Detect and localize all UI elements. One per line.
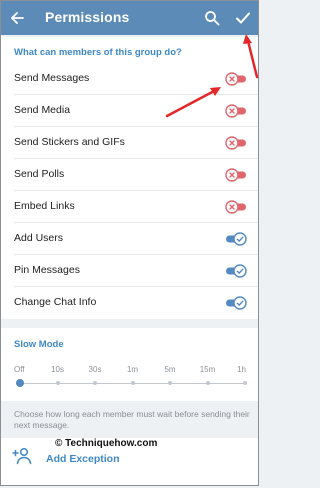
slow-mode-option[interactable]: 5m bbox=[164, 365, 175, 374]
toggle-off[interactable] bbox=[225, 72, 247, 86]
slow-mode-option[interactable]: 30s bbox=[89, 365, 102, 374]
slow-mode-description: Choose how long each member must wait be… bbox=[14, 409, 250, 430]
permission-label: Embed Links bbox=[14, 200, 75, 212]
permission-row[interactable]: Pin Messages bbox=[1, 255, 258, 287]
add-exception-label: Add Exception bbox=[46, 453, 120, 465]
slider-step-dot[interactable] bbox=[243, 381, 247, 385]
add-user-icon bbox=[12, 447, 32, 465]
slow-mode-option[interactable]: 1m bbox=[127, 365, 138, 374]
add-exception-row[interactable]: Add Exception © Techniquehow.com bbox=[1, 438, 258, 485]
permissions-card: What can members of this group do? Send … bbox=[1, 37, 258, 319]
top-bar: Permissions bbox=[1, 1, 258, 35]
permission-label: Send Messages bbox=[14, 72, 90, 84]
search-icon[interactable] bbox=[204, 10, 220, 26]
permission-label: Change Chat Info bbox=[14, 296, 97, 308]
permission-row[interactable]: Send Polls bbox=[1, 159, 258, 191]
toggle-off[interactable] bbox=[225, 104, 247, 118]
slow-mode-option[interactable]: 1h bbox=[237, 365, 246, 374]
watermark: © Techniquehow.com bbox=[55, 438, 158, 449]
toggle-on[interactable] bbox=[225, 296, 247, 310]
permission-row[interactable]: Add Users bbox=[1, 223, 258, 255]
toggle-on[interactable] bbox=[225, 264, 247, 278]
slow-mode-option[interactable]: 15m bbox=[200, 365, 216, 374]
toggle-on[interactable] bbox=[225, 232, 247, 246]
slow-mode-option[interactable]: 10s bbox=[51, 365, 64, 374]
done-check-icon[interactable] bbox=[235, 10, 251, 26]
permission-row[interactable]: Change Chat Info bbox=[1, 287, 258, 319]
slider-step-dot[interactable] bbox=[93, 381, 97, 385]
page-title: Permissions bbox=[45, 9, 130, 25]
slow-mode-card: Slow Mode Off 10s 30s 1m 5m 15m 1h bbox=[1, 328, 258, 401]
permission-row[interactable]: Send Media bbox=[1, 95, 258, 127]
app-frame: Permissions What can members of this gro… bbox=[0, 0, 259, 486]
permission-label: Send Media bbox=[14, 104, 71, 116]
permission-label: Send Stickers and GIFs bbox=[14, 136, 125, 148]
permission-row[interactable]: Send Stickers and GIFs bbox=[1, 127, 258, 159]
slider-step-dot[interactable] bbox=[168, 381, 172, 385]
toggle-off[interactable] bbox=[225, 200, 247, 214]
back-arrow-icon[interactable] bbox=[9, 10, 25, 26]
slider-step-dot[interactable] bbox=[55, 381, 60, 385]
slider-step-dot[interactable] bbox=[205, 381, 210, 385]
toggle-off[interactable] bbox=[225, 136, 247, 150]
slow-mode-option[interactable]: Off bbox=[14, 365, 25, 374]
permission-row[interactable]: Embed Links bbox=[1, 191, 258, 223]
slow-mode-slider-thumb[interactable] bbox=[16, 379, 24, 387]
permission-label: Add Users bbox=[14, 232, 64, 244]
permission-label: Pin Messages bbox=[14, 264, 80, 276]
permission-row[interactable]: Send Messages bbox=[1, 63, 258, 95]
slider-step-dot[interactable] bbox=[130, 381, 135, 385]
permissions-section-title: What can members of this group do? bbox=[14, 47, 182, 58]
toggle-off[interactable] bbox=[225, 168, 247, 182]
slow-mode-title: Slow Mode bbox=[14, 339, 64, 350]
permission-label: Send Polls bbox=[14, 168, 65, 180]
